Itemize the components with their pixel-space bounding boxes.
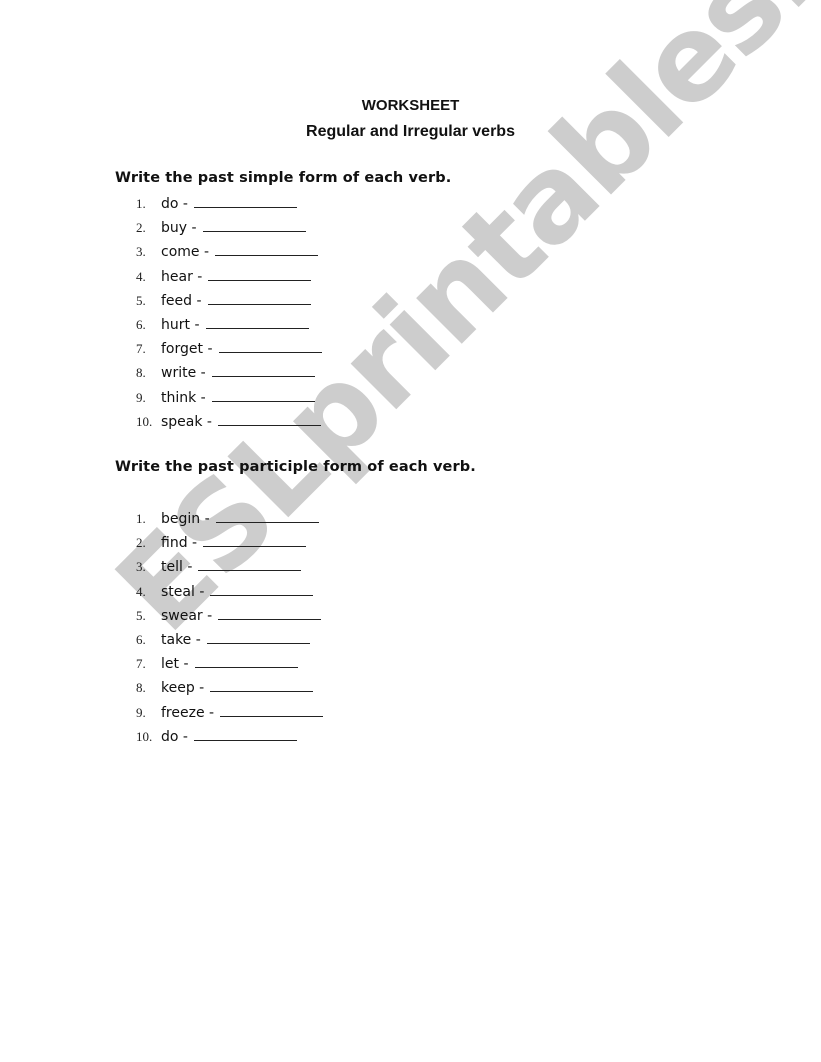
answer-blank[interactable] — [211, 362, 315, 378]
answer-blank[interactable] — [205, 314, 309, 329]
verb-label: do - — [161, 728, 188, 745]
list-item: 8. keep - — [0, 677, 314, 699]
list-item: 4. steal - — [0, 581, 314, 603]
answer-blank[interactable] — [215, 508, 319, 523]
worksheet-page: ESLprintables.com WORKSHEET Regular and … — [0, 0, 821, 1062]
verb-label: find - — [161, 535, 198, 552]
item-number: 4. — [136, 583, 146, 599]
verb-label: let - — [161, 656, 189, 673]
item-number: 3. — [136, 559, 146, 575]
item-number: 5. — [136, 607, 146, 623]
list-item: 6. hurt - — [0, 314, 309, 336]
verb-label: steal - — [161, 583, 205, 600]
answer-blank[interactable] — [210, 677, 314, 693]
list-item: 10. do - — [0, 726, 297, 748]
answer-blank[interactable] — [206, 629, 310, 644]
list-item: 5. swear - — [0, 605, 322, 627]
item-number: 6. — [136, 632, 146, 647]
verb-label: think - — [161, 389, 206, 406]
list-item: 6. take - — [0, 629, 310, 651]
item-number: 6. — [136, 317, 146, 332]
item-number: 7. — [136, 341, 146, 357]
answer-blank[interactable] — [220, 702, 324, 717]
list-item: 9. freeze - — [0, 702, 324, 724]
list-item: 4. hear - — [0, 266, 312, 288]
item-number: 2. — [136, 220, 146, 236]
answer-blank[interactable] — [194, 653, 298, 669]
answer-blank[interactable] — [217, 411, 321, 426]
verb-label: feed - — [161, 292, 202, 309]
section-1-instruction: Write the past simple form of each verb. — [115, 170, 452, 186]
list-item: 1. do - — [0, 193, 297, 215]
list-item: 5. feed - — [0, 290, 311, 312]
answer-blank[interactable] — [218, 605, 322, 620]
item-number: 7. — [136, 656, 146, 672]
list-item: 7. let - — [0, 653, 298, 675]
answer-blank[interactable] — [193, 193, 297, 208]
answer-blank[interactable] — [193, 726, 297, 741]
item-number: 10. — [136, 413, 153, 429]
verb-label: hurt - — [161, 317, 200, 333]
verb-label: buy - — [161, 220, 197, 237]
item-number: 1. — [136, 511, 146, 526]
answer-blank[interactable] — [208, 266, 312, 281]
answer-blank[interactable] — [218, 338, 322, 354]
verb-label: tell - — [161, 559, 193, 576]
verb-label: keep - — [161, 680, 205, 697]
section-2-instruction: Write the past participle form of each v… — [115, 459, 476, 475]
answer-blank[interactable] — [207, 290, 311, 305]
item-number: 3. — [136, 244, 146, 260]
verb-label: forget - — [161, 341, 213, 358]
list-item: 8. write - — [0, 362, 315, 384]
list-item: 2. buy - — [0, 217, 306, 239]
worksheet-subtitle: Regular and Irregular verbs — [306, 123, 515, 140]
item-number: 10. — [136, 728, 153, 744]
verb-label: come - — [161, 244, 210, 261]
list-item: 3. come - — [0, 241, 319, 263]
verb-label: swear - — [161, 607, 213, 624]
list-item: 3. tell - — [0, 556, 302, 578]
answer-blank[interactable] — [203, 532, 307, 548]
verb-label: speak - — [161, 413, 212, 430]
answer-blank[interactable] — [215, 241, 319, 257]
verb-label: hear - — [161, 268, 203, 285]
item-number: 8. — [136, 365, 146, 381]
verb-label: take - — [161, 632, 201, 648]
item-number: 2. — [136, 535, 146, 551]
item-number: 9. — [136, 704, 146, 720]
answer-blank[interactable] — [198, 556, 302, 572]
list-item: 10. speak - — [0, 411, 321, 433]
list-item: 7. forget - — [0, 338, 322, 360]
worksheet-title: WORKSHEET — [361, 97, 460, 114]
list-item: 9. think - — [0, 387, 315, 409]
item-number: 8. — [136, 680, 146, 696]
verb-label: begin - — [161, 511, 210, 527]
item-number: 9. — [136, 389, 146, 405]
list-item: 1. begin - — [0, 508, 319, 530]
answer-blank[interactable] — [210, 581, 314, 596]
item-number: 1. — [136, 196, 146, 211]
answer-blank[interactable] — [202, 217, 306, 233]
verb-label: write - — [161, 365, 206, 382]
list-item: 2. find - — [0, 532, 307, 554]
verb-label: freeze - — [161, 704, 215, 721]
item-number: 5. — [136, 292, 146, 308]
verb-label: do - — [161, 196, 188, 212]
item-number: 4. — [136, 268, 146, 284]
answer-blank[interactable] — [211, 387, 315, 402]
